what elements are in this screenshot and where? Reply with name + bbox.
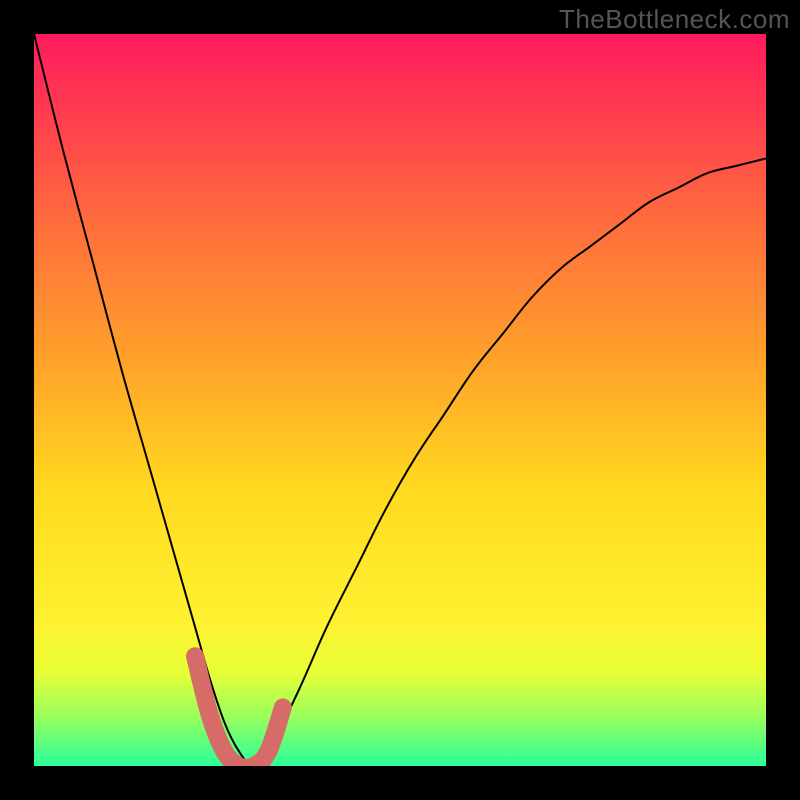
plot-area <box>34 34 766 766</box>
chart-frame: TheBottleneck.com <box>0 0 800 800</box>
watermark-text: TheBottleneck.com <box>559 4 790 35</box>
chart-svg <box>34 34 766 766</box>
bottleneck-curve <box>34 34 766 766</box>
